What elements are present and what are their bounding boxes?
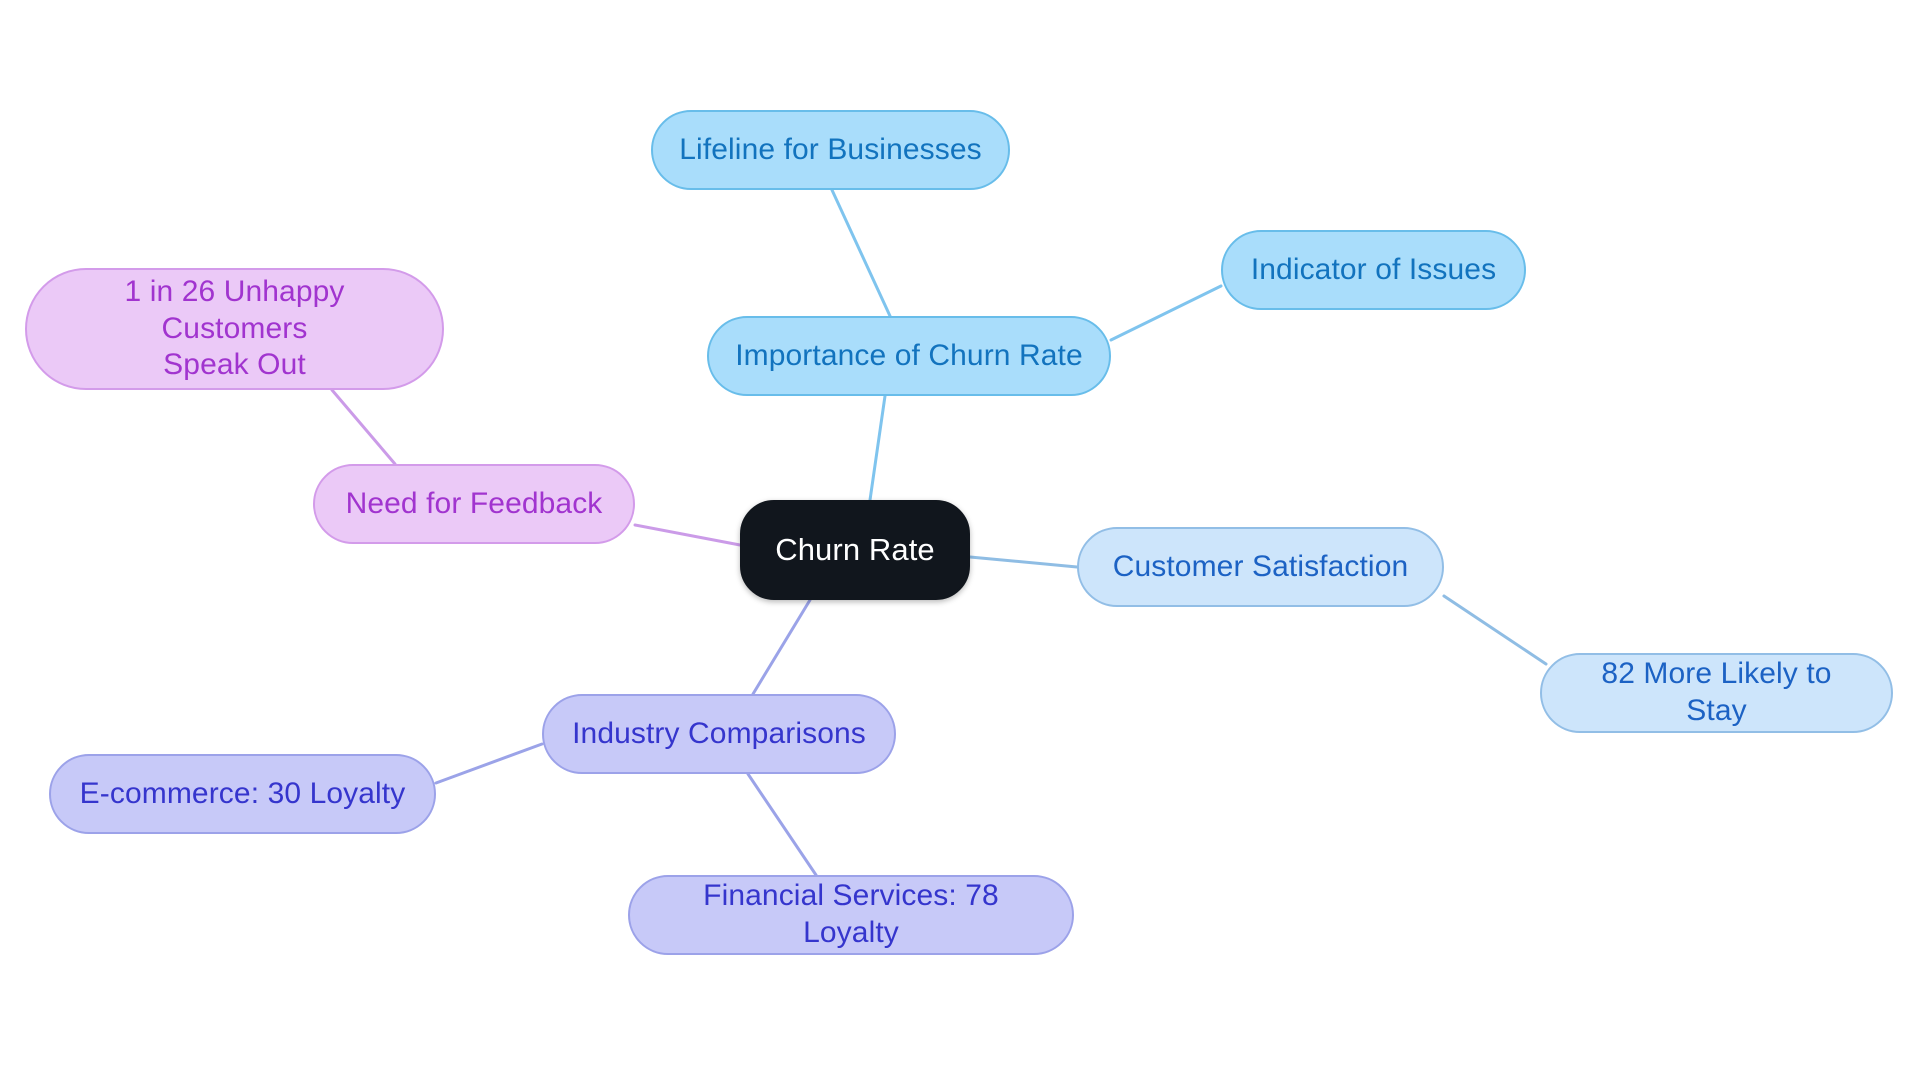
mindmap-edge (633, 523, 742, 547)
mindmap-node-feedback[interactable]: Need for Feedback (313, 464, 635, 544)
mindmap-edge (968, 555, 1079, 569)
mindmap-node-indicator[interactable]: Indicator of Issues (1221, 230, 1526, 310)
mindmap-node-industry[interactable]: Industry Comparisons (542, 694, 896, 774)
mindmap-edge (830, 188, 892, 318)
mindmap-node-satisfaction[interactable]: Customer Satisfaction (1077, 527, 1444, 607)
mindmap-node-ecommerce[interactable]: E-commerce: 30 Loyalty (49, 754, 436, 834)
mindmap-edge (751, 598, 812, 696)
mindmap-node-financial[interactable]: Financial Services: 78 Loyalty (628, 875, 1074, 955)
mindmap-edge (330, 388, 397, 466)
mindmap-edge (1109, 284, 1223, 342)
mindmap-root-node[interactable]: Churn Rate (740, 500, 970, 600)
mindmap-canvas: Churn Rate Importance of Churn Rate Lifeli… (0, 0, 1920, 1083)
mindmap-edge (868, 394, 887, 502)
mindmap-edge (434, 742, 544, 785)
mindmap-node-stay[interactable]: 82 More Likely to Stay (1540, 653, 1893, 733)
mindmap-node-unhappy[interactable]: 1 in 26 Unhappy Customers Speak Out (25, 268, 444, 390)
mindmap-node-lifeline[interactable]: Lifeline for Businesses (651, 110, 1010, 190)
mindmap-edge (746, 772, 818, 877)
mindmap-edge (1442, 594, 1548, 666)
mindmap-node-importance[interactable]: Importance of Churn Rate (707, 316, 1111, 396)
